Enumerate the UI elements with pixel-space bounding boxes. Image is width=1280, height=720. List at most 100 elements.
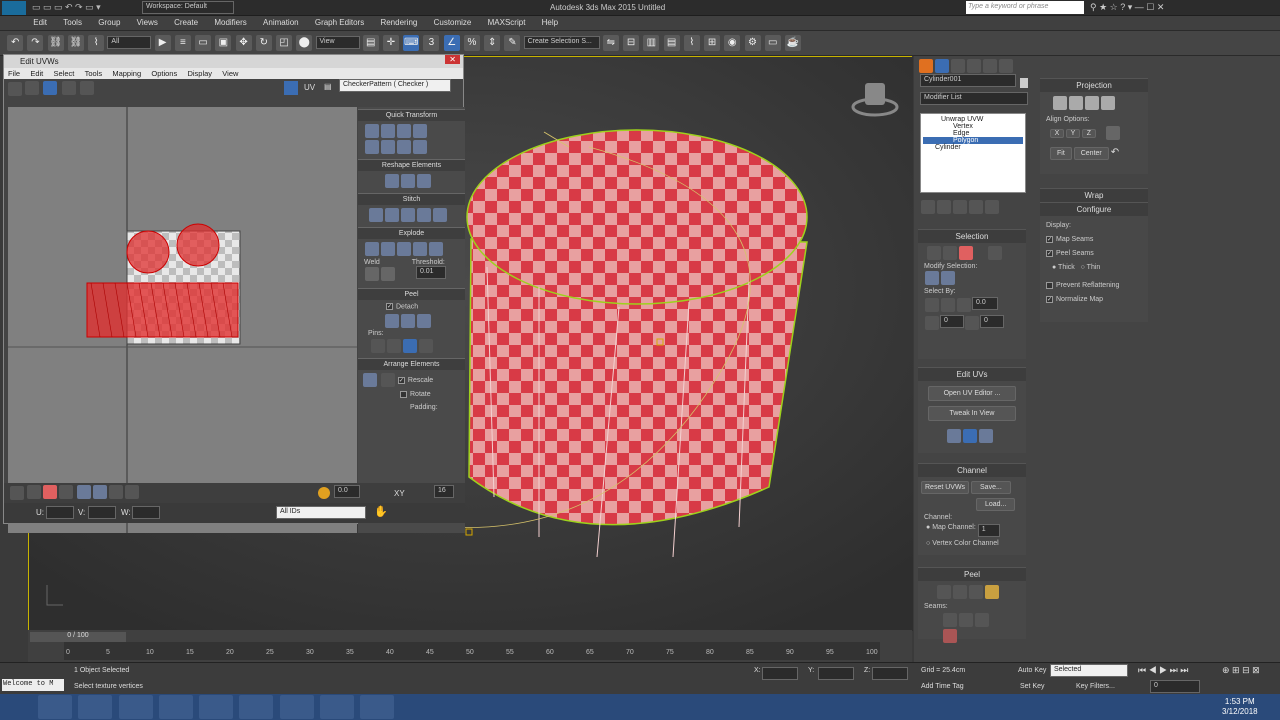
stitch-header[interactable]: Stitch (358, 193, 465, 205)
channel-header[interactable]: Channel (918, 463, 1026, 477)
named-selection-set-select[interactable]: Create Selection S... (523, 36, 600, 49)
align-icon[interactable]: ⊟ (623, 35, 640, 51)
shrink-icon[interactable] (93, 484, 108, 499)
texture-select[interactable]: CheckerPattern ( Checker ) (339, 79, 451, 92)
snaps-toggle-icon[interactable]: 3 (423, 35, 440, 51)
quick-planar-icon[interactable] (947, 429, 961, 443)
planar-angle-spinner[interactable]: 0.0 (972, 297, 998, 310)
menu-modifiers[interactable]: Modifiers (207, 16, 253, 29)
point-to-point-icon[interactable] (959, 613, 973, 627)
menu-create[interactable]: Create (167, 16, 205, 29)
unlink-icon[interactable]: ⛓ (67, 35, 84, 51)
move-icon[interactable]: ✥ (235, 35, 252, 51)
freeform-icon[interactable] (61, 80, 76, 95)
stitch-icon[interactable] (369, 208, 383, 222)
align-z-button[interactable]: Z (1081, 128, 1096, 138)
rendered-frame-icon[interactable]: ▭ (764, 35, 781, 51)
menu-tools[interactable]: Tools (56, 16, 89, 29)
uvw-menu-tools[interactable]: Tools (81, 68, 107, 79)
menu-group[interactable]: Group (91, 16, 127, 29)
explode-icon[interactable] (381, 242, 395, 256)
edit-uvs-header[interactable]: Edit UVs (918, 367, 1026, 381)
move-icon[interactable] (8, 82, 22, 96)
photoshop-task[interactable] (199, 695, 234, 719)
peel-header[interactable]: Peel (918, 567, 1026, 581)
break-icon[interactable] (365, 242, 379, 256)
key-selection-select[interactable]: Selected (1050, 664, 1128, 677)
ie-task[interactable] (78, 695, 113, 719)
curve-editor-icon[interactable]: ⌇ (683, 35, 700, 51)
menu-rendering[interactable]: Rendering (373, 16, 424, 29)
vertex-mode-icon[interactable] (927, 246, 941, 260)
wrap-header[interactable]: Wrap (1040, 188, 1148, 202)
show-map-icon[interactable] (284, 81, 298, 95)
make-unique-icon[interactable] (953, 200, 967, 214)
time-slider[interactable]: 0 / 100 (30, 632, 126, 642)
menu-edit[interactable]: Edit (26, 16, 54, 29)
rotate-icon[interactable]: ↻ (255, 35, 272, 51)
mirror-icon[interactable]: ⇋ (602, 35, 619, 51)
threshold-spinner[interactable]: 0.01 (415, 266, 446, 279)
tweak-in-view-button[interactable]: Tweak In View (928, 406, 1016, 421)
vertex-color-channel-label[interactable]: Vertex Color Channel (932, 540, 999, 547)
stack-item-vertex[interactable]: Vertex (923, 123, 1023, 130)
utilities-tab-icon[interactable] (999, 59, 1013, 73)
menu-help[interactable]: Help (535, 16, 565, 29)
show-end-result-icon[interactable] (937, 200, 951, 214)
thick-label[interactable]: Thick (1058, 264, 1075, 271)
explode-icon[interactable] (397, 242, 411, 256)
pack-icon[interactable] (380, 373, 395, 388)
reshape-header[interactable]: Reshape Elements (358, 159, 465, 171)
seams-to-edge-sel-icon[interactable] (943, 629, 957, 643)
uvw-menu-select[interactable]: Select (50, 68, 79, 79)
layer-manager-icon[interactable]: ▥ (643, 35, 660, 51)
workspace-select[interactable]: Workspace: Default (142, 1, 234, 14)
playback-controls[interactable]: ⏮ ◀ ▶ ⏭ ⏭ (1138, 665, 1188, 676)
motion-tab-icon[interactable] (967, 59, 981, 73)
grow-icon[interactable] (925, 271, 939, 285)
soft-select-icon[interactable] (318, 487, 330, 499)
bind-space-warp-icon[interactable]: ⌇ (88, 35, 105, 51)
select-object-icon[interactable]: ▶ (154, 35, 171, 51)
select-element-icon[interactable] (59, 484, 73, 499)
weld-icon[interactable] (365, 267, 379, 281)
element-mode-icon[interactable] (988, 246, 1002, 260)
keyboard-shortcut-override-icon[interactable]: ⌨ (403, 35, 420, 51)
options-icon[interactable]: ▤ (324, 82, 332, 91)
shrink-icon[interactable] (941, 271, 955, 285)
stack-item-unwrap[interactable]: Unwrap UVW (923, 116, 1023, 123)
load-button[interactable]: Load... (976, 498, 1016, 511)
thin-label[interactable]: Thin (1087, 264, 1101, 271)
stitch-icon[interactable] (417, 208, 431, 222)
pin-icon[interactable] (403, 339, 417, 354)
app-task[interactable] (360, 695, 395, 719)
window-crossing-icon[interactable]: ▣ (215, 35, 232, 51)
undo-icon[interactable]: ↶ (7, 35, 24, 51)
create-tab-icon[interactable] (919, 59, 933, 73)
quick-access-icons[interactable]: ▭ ▭ ▭ ↶ ↷ ▭ ▾ (32, 2, 132, 14)
stitch-icon[interactable] (385, 208, 399, 222)
align-tool-icon[interactable] (381, 140, 395, 154)
normalize-map-checkbox[interactable]: ✓ (1046, 295, 1053, 303)
map-seams-checkbox[interactable]: ✓ (1046, 235, 1053, 243)
ignore-backfacing-icon[interactable] (925, 298, 939, 312)
chrome-task[interactable] (158, 695, 193, 719)
best-align-icon[interactable] (1105, 126, 1120, 140)
select-by-matid-icon[interactable] (965, 316, 979, 330)
explode-icon[interactable] (413, 242, 427, 256)
add-time-tag[interactable]: Add Time Tag (921, 683, 964, 690)
fit-button[interactable]: Fit (1050, 147, 1072, 160)
u-field[interactable] (46, 506, 74, 519)
rotate-icon[interactable] (25, 80, 40, 95)
edge-sel-to-seams-icon[interactable] (975, 613, 989, 627)
menu-graph-editors[interactable]: Graph Editors (308, 16, 371, 29)
render-icon[interactable]: ☕ (784, 35, 801, 51)
edit-named-sel-icon[interactable]: ✎ (504, 35, 521, 51)
explode-icon[interactable] (429, 242, 443, 256)
quick-transform-header[interactable]: Quick Transform (358, 109, 465, 121)
ids-select[interactable]: All IDs (276, 506, 366, 519)
mirror-icon[interactable] (79, 80, 94, 95)
select-manipulate-icon[interactable]: ✛ (382, 35, 399, 51)
render-setup-icon[interactable]: ⚙ (744, 35, 761, 51)
uv-editor-canvas[interactable] (8, 107, 357, 533)
